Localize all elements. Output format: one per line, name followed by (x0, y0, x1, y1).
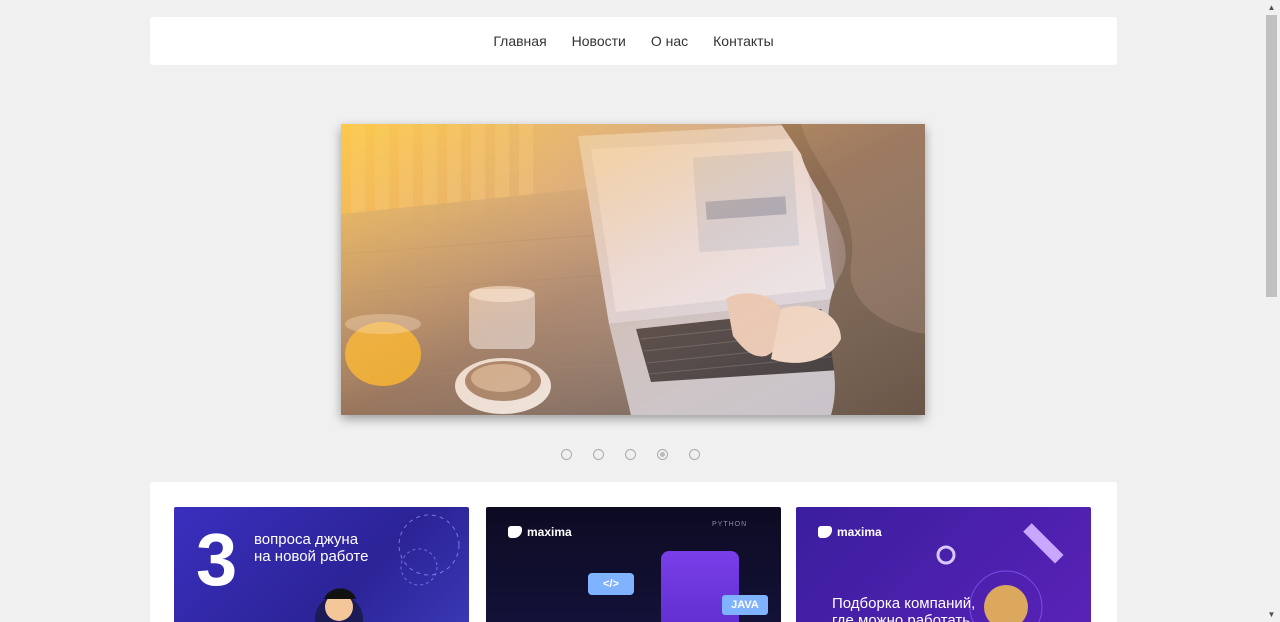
slider-dot-1[interactable] (561, 449, 572, 460)
card1-title: вопроса джуна на новой работе (254, 531, 368, 565)
hero-slide-image (341, 124, 925, 415)
slider-dots (561, 449, 700, 460)
slider-dot-5[interactable] (689, 449, 700, 460)
news-card-1[interactable]: 3 вопроса джуна на новой работе (174, 507, 469, 622)
java-badge: JAVA (722, 595, 768, 615)
news-card-2[interactable]: maxima PYTHON </> JAVA (486, 507, 781, 622)
card1-title-line2: на новой работе (254, 548, 369, 565)
news-cards-panel: 3 вопроса джуна на новой работе maxima P… (150, 482, 1117, 622)
card3-title: Подборка компаний, где можно работать (832, 595, 975, 622)
slider-dot-3[interactable] (625, 449, 636, 460)
slider-dot-4[interactable] (657, 449, 668, 460)
card3-title-line2: где можно работать (832, 612, 971, 622)
slider-dot-2[interactable] (593, 449, 604, 460)
card2-logo-text: maxima (527, 525, 572, 539)
code-icon-badge: </> (588, 573, 634, 595)
scrollbar-thumb[interactable] (1266, 15, 1277, 297)
card2-tag: PYTHON (712, 521, 748, 528)
card3-title-line1: Подборка компаний, (832, 595, 976, 612)
vertical-scrollbar[interactable]: ▲ ▼ (1263, 0, 1280, 622)
card2-logo: maxima (508, 525, 572, 539)
nav-link-contacts[interactable]: Контакты (713, 33, 773, 49)
hero-slider[interactable] (341, 124, 925, 415)
news-card-3[interactable]: maxima Подборка компаний, где можно рабо… (796, 507, 1091, 622)
scroll-down-icon[interactable]: ▼ (1263, 607, 1280, 622)
nav-link-news[interactable]: Новости (572, 33, 626, 49)
page-viewport: Главная Новости О нас Контакты 3 вопроса… (0, 0, 1263, 622)
scroll-up-icon[interactable]: ▲ (1263, 0, 1280, 15)
nav-link-home[interactable]: Главная (493, 33, 546, 49)
card1-number: 3 (196, 518, 238, 601)
card1-title-line1: вопроса джуна (254, 531, 359, 548)
top-navbar: Главная Новости О нас Контакты (150, 17, 1117, 65)
nav-link-about[interactable]: О нас (651, 33, 688, 49)
maxima-logo-icon (508, 526, 522, 538)
